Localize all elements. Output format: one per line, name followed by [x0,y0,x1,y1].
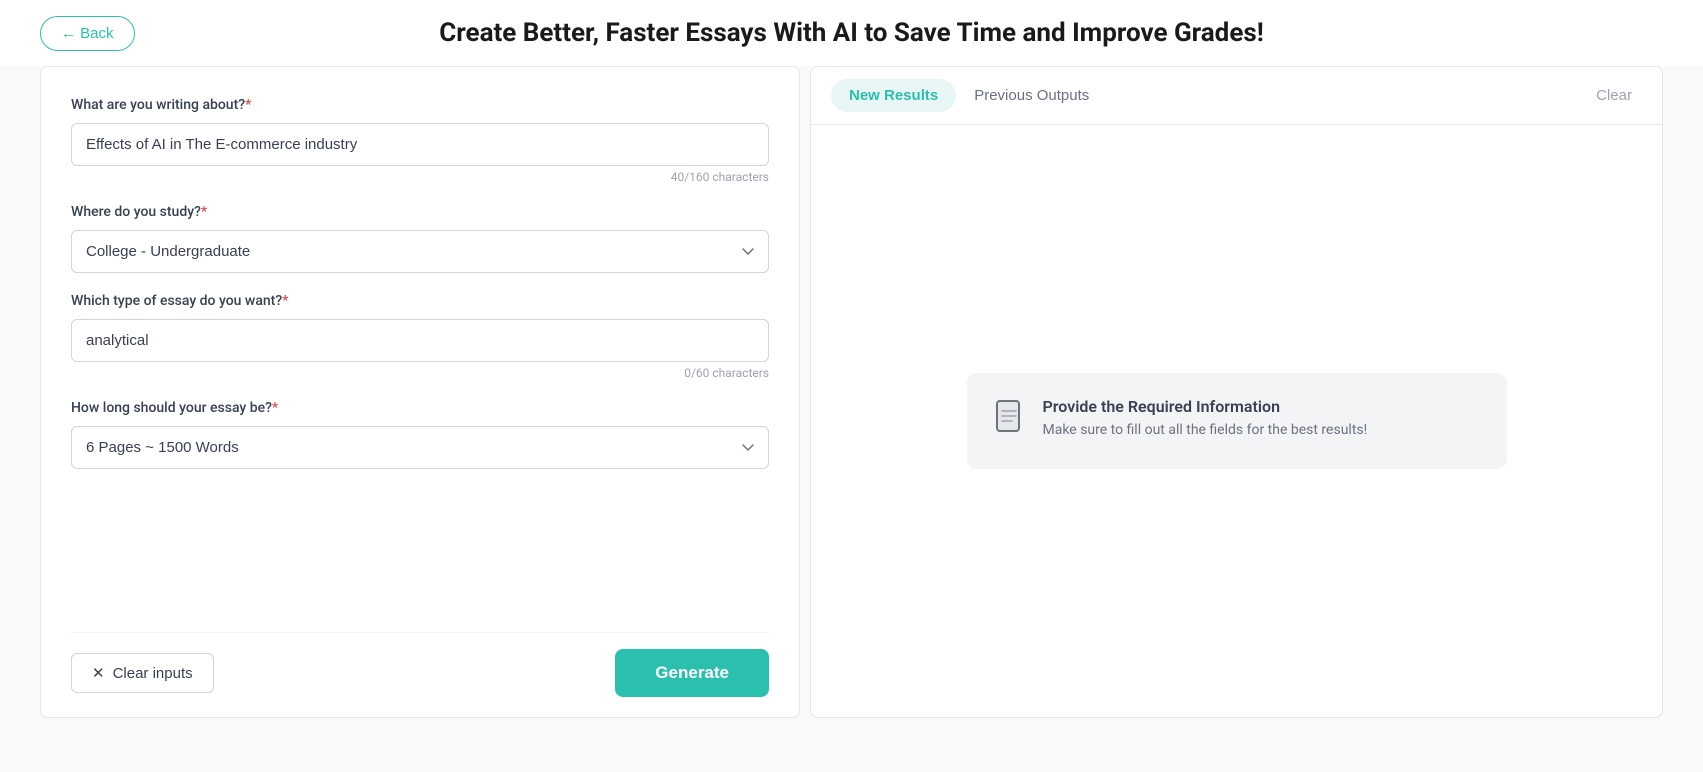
topic-char-count: 40/160 characters [71,170,769,184]
info-card-title: Provide the Required Information [1043,397,1368,416]
right-panel: New Results Previous Outputs Clear Provi… [810,66,1663,718]
back-button[interactable]: ← Back [40,16,135,51]
field-study-section: Where do you study?* College - Undergrad… [71,204,769,273]
essay-type-char-count: 0/60 characters [71,366,769,380]
generate-label: Generate [655,663,729,682]
clear-inputs-label: Clear inputs [113,665,193,682]
field-length-label: How long should your essay be?* [71,400,769,416]
main-content: What are you writing about?* 40/160 char… [0,66,1703,758]
clear-results-button[interactable]: Clear [1586,79,1642,112]
tab-new-results[interactable]: New Results [831,79,956,112]
back-label: ← Back [61,25,114,42]
essay-type-input[interactable] [71,319,769,362]
study-level-select[interactable]: College - Undergraduate High School Coll… [71,230,769,273]
clear-inputs-button[interactable]: ✕ Clear inputs [71,653,214,693]
info-card-description: Make sure to fill out all the fields for… [1043,422,1368,438]
left-panel: What are you writing about?* 40/160 char… [40,66,800,718]
tab-previous-outputs[interactable]: Previous Outputs [956,79,1107,112]
field-essay-type-label: Which type of essay do you want?* [71,293,769,309]
top-bar: ← Back Create Better, Faster Essays With… [0,0,1703,66]
document-icon [995,399,1027,445]
right-content: Provide the Required Information Make su… [811,125,1662,717]
page-title: Create Better, Faster Essays With AI to … [439,18,1264,48]
field-length-section: How long should your essay be?* 1 Page ~… [71,400,769,469]
generate-button[interactable]: Generate [615,649,769,697]
field-essay-type-section: Which type of essay do you want?* 0/60 c… [71,293,769,380]
field-topic-section: What are you writing about?* 40/160 char… [71,97,769,184]
info-card-text: Provide the Required Information Make su… [1043,397,1368,438]
bottom-actions: ✕ Clear inputs Generate [71,632,769,697]
clear-x-icon: ✕ [92,664,105,682]
field-study-label: Where do you study?* [71,204,769,220]
right-tabs: New Results Previous Outputs Clear [811,67,1662,125]
topic-input[interactable] [71,123,769,166]
field-topic-label: What are you writing about?* [71,97,769,113]
essay-length-select[interactable]: 1 Page ~ 250 Words 2 Pages ~ 500 Words 3… [71,426,769,469]
info-card: Provide the Required Information Make su… [967,373,1507,469]
